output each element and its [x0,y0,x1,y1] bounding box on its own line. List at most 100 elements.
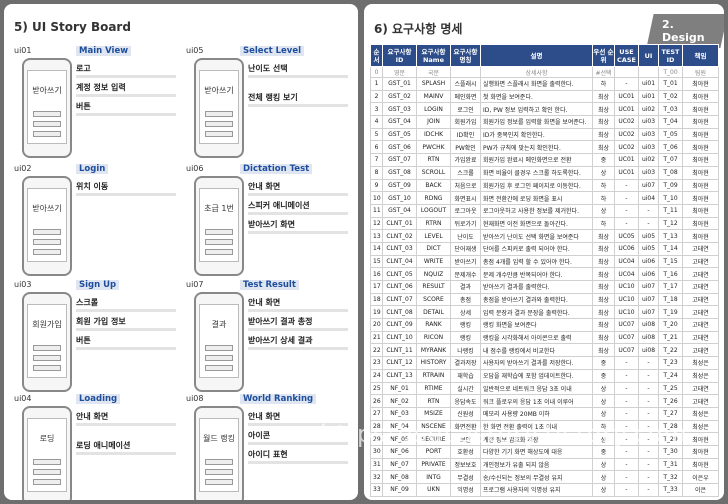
table-cell: ui07 [638,280,659,294]
table-cell: MSIZE [416,406,451,421]
requirements-title: 6) 요구사항 명세 [374,22,463,36]
table-cell: UKN [416,483,451,497]
table-cell: GST_07 [382,153,417,167]
subheader-cell: 국문 [416,66,451,78]
table-cell: ui03 [638,165,659,180]
annotation-heading: 스피커 애니메이션 [248,201,310,210]
table-cell: CLNT_10 [382,330,417,345]
table-cell: ui08 [638,330,659,345]
table-cell: 최아현 [682,432,719,446]
table-cell: 20 [370,318,383,332]
table-cell: 19 [370,305,383,320]
table-cell: - [614,216,639,231]
table-row: 13 CLNT_02 LEVEL 난이도 받아쓰기 난이도 선택 화면을 보여준다 최상 U… [370,229,719,243]
table-row: 12 CLNT_01 RTRN 뒤로가기 현재화면 이전 화면으로 돌아간다. 하 - - T_… [370,216,719,231]
storyboard-title: Test Result [240,280,299,290]
table-cell: UC07 [614,318,639,332]
table-cell: T_22 [658,343,683,358]
mock-button [33,355,61,361]
table-cell: HISTORY [416,356,451,370]
annotation-heading: 버튼 [76,336,91,345]
table-cell: 2 [370,89,383,104]
storyboard-title: 5) UI Story Board [14,20,131,34]
storyboard-title: Loading [76,394,121,404]
storyboard-id: ui07 [186,280,204,289]
table-cell: WRITE [416,254,451,269]
annotation-note [76,113,176,116]
table-cell: T_31 [658,457,683,472]
table-cell: RTRN [416,216,451,231]
table-cell: 회원가입 후 로그인 페이지로 이동한다. [480,178,593,193]
table-cell: 스크롤 [450,165,481,180]
mock-button [33,239,61,245]
table-cell: 받아쓰기 [450,254,481,269]
annotation-note [248,461,348,464]
table-cell: PW확인 [450,140,481,155]
table-cell: 27 [370,406,383,421]
mock-button [33,345,61,351]
table-cell: ui04 [638,191,659,205]
table-cell: 재학습 [450,368,481,383]
table-cell: UC10 [614,280,639,294]
table-cell: 최아현 [682,444,719,459]
annotation-note [248,231,348,234]
table-cell: 중 [592,153,615,167]
table-cell: 입력 문장과 결과 문장을 출력한다. [480,305,593,320]
table-cell: UC04 [614,267,639,281]
table-row: 23 CLNT_12 HISTORY 결과저장 사용자의 받아쓰기 결과를 저장한다. 중… [370,356,719,370]
table-cell: T_18 [658,292,683,307]
table-cell: T_33 [658,483,683,497]
table-cell: 메모리 사용량 20MB 이하 [480,406,593,421]
table-cell: 받아쓰기 난이도 선택 화면을 보여준다 [480,229,593,243]
table-cell: - [614,483,639,497]
table-row: 26 NF_02 RTN 응답속도 워크 플로우의 응답 1초 이내 이루어 상 - - T_2… [370,394,719,408]
table-row: 15 CLNT_04 WRITE 받아쓰기 총점 4개를 입력 할 수 있어야 한다. 최… [370,254,719,269]
storyboard-id: ui08 [186,394,204,403]
subheader-cell: 0 [370,66,383,78]
annotation-heading: 위치 이동 [76,182,109,191]
annotation-list: 위치 이동 [76,182,176,211]
mock-button [205,355,233,361]
table-cell: 최상 [592,318,615,332]
table-cell: 고태연 [682,241,719,256]
table-cell: - [638,457,659,472]
screen-label: 회원가입 [32,320,62,329]
table-cell: T_14 [658,241,683,256]
screen-label: 결과 [211,320,227,329]
table-cell: ui02 [638,102,659,117]
table-cell: 익명성 [450,483,481,497]
annotation-heading: 받아쓰기 화면 [248,220,295,229]
storyboard-cell-ui01: ui01 Main View 받아쓰기 로고 계정 정보 입력 버튼 [10,46,180,164]
table-cell: - [614,470,639,484]
annotation-heading: 로딩 애니메이션 [76,441,131,450]
table-cell: ui08 [638,318,659,332]
annotation-heading: 안내 화면 [248,182,281,191]
table-cell: T_21 [658,330,683,345]
table-cell: MYRANK [416,343,451,358]
table-cell: RESULT [416,280,451,294]
table-cell: T_24 [658,368,683,383]
mock-button [33,131,61,137]
annotation-heading: 스크롤 [76,298,99,307]
design-tag: 2. Design [646,14,724,48]
table-cell: 최상 [592,127,615,142]
mock-button [205,365,233,371]
table-cell: CLNT_09 [382,318,417,332]
table-row: 22 CLNT_11 MYRANK 나랭킹 내 점수를 랭킹에서 비교한다 최상 UC07 u… [370,343,719,358]
table-cell: 최아현 [682,115,719,129]
table-cell: 이은 [682,483,719,497]
table-cell: - [614,178,639,193]
table-cell: ui03 [638,140,659,155]
annotation-list: 로고 계정 정보 입력 버튼 [76,64,176,121]
table-row: 10 GST_10 RDNG 화면표시 화면 전환간에 로딩 화면을 표시 하 - ui04 T… [370,191,719,205]
table-cell: 최상 [592,343,615,358]
table-cell: GST_06 [382,140,417,155]
table-cell: 오답을 재학습에 포함 업데이트한다. [480,368,593,383]
mock-button [205,229,233,235]
table-cell: T_07 [658,153,683,167]
storyboard-slide: 5) UI Story Board ui01 Main View 받아쓰기 로고 계정 … [4,4,358,500]
annotation-note [248,75,348,78]
table-cell: 난이도 [450,229,481,243]
table-cell: 최아현 [682,102,719,117]
table-cell: CLNT_02 [382,229,417,243]
